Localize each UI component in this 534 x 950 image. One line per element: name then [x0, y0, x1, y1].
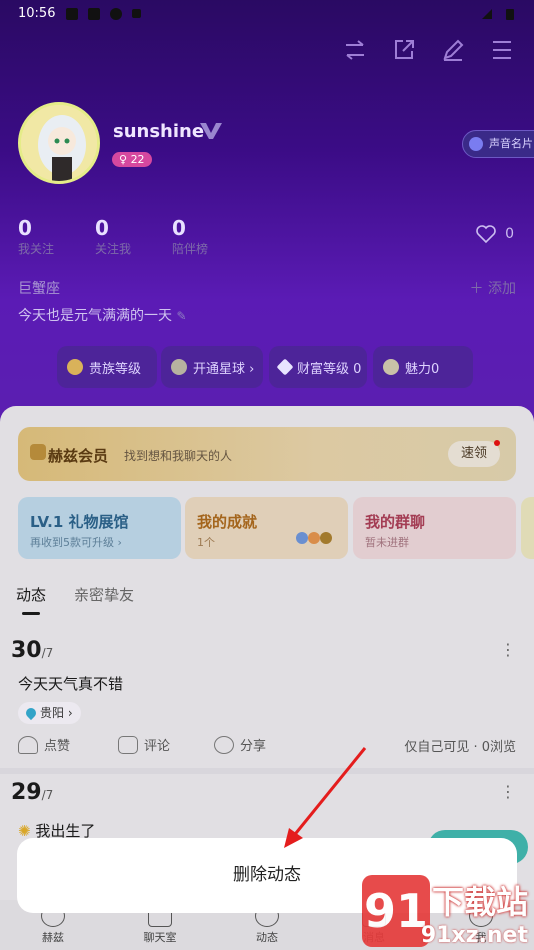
- nav-label: 动态: [256, 931, 278, 944]
- watermark-logo: 91: [362, 875, 430, 947]
- card-title: LV.1 礼物展馆: [30, 513, 129, 531]
- post-date: 29/7: [11, 780, 53, 805]
- stat-label: 关注我: [95, 242, 132, 256]
- likes-count: 0: [505, 226, 514, 242]
- watermark-main: 下载站: [431, 883, 528, 921]
- bio-text: 今天也是元气满满的一天: [18, 308, 172, 324]
- signal-battery-icon: [480, 6, 520, 20]
- stat-value: 0: [18, 216, 32, 240]
- vip-subtitle: 找到想和我聊天的人: [124, 449, 233, 463]
- badge-label: 开通星球 ›: [193, 361, 255, 377]
- menu-icon[interactable]: [490, 38, 514, 62]
- vip-icon: [30, 444, 46, 460]
- badge-label: 魅力0: [405, 361, 440, 377]
- tab-indicator: [22, 612, 40, 615]
- like-label: 点赞: [44, 739, 71, 754]
- badge-label: 贵族等级: [89, 361, 142, 377]
- gift-gallery-card[interactable]: LV.1 礼物展馆 再收到5款可升级 ›: [18, 497, 181, 559]
- stat-value: 0: [172, 216, 186, 240]
- pencil-icon: ✎: [176, 309, 187, 323]
- status-bar: 10:56: [18, 6, 142, 21]
- more-icon[interactable]: ⋮: [500, 640, 516, 659]
- add-tag-button[interactable]: ＋ 添加: [470, 278, 516, 298]
- post-month: /7: [41, 788, 54, 802]
- zodiac-tag: 巨蟹座: [18, 281, 60, 297]
- location-tag[interactable]: 贵阳 ›: [18, 702, 81, 724]
- heart-icon: [476, 225, 496, 244]
- more-icon[interactable]: ⋮: [500, 782, 516, 801]
- open-planet-button[interactable]: 开通星球 ›: [161, 346, 263, 388]
- bio[interactable]: 今天也是元气满满的一天 ✎: [18, 305, 187, 325]
- like-button[interactable]: 点赞: [18, 735, 70, 754]
- voice-card-button[interactable]: 声音名片: [462, 130, 534, 158]
- post-date: 30/7: [11, 638, 53, 663]
- sun-icon: ✺: [18, 822, 31, 840]
- avatar[interactable]: [18, 102, 100, 184]
- stat-label: 陪伴榜: [172, 242, 209, 256]
- stat-value: 0: [95, 216, 109, 240]
- vip-claim-button[interactable]: 速领: [448, 441, 500, 467]
- voice-card-label: 声音名片: [489, 137, 533, 150]
- comment-label: 评论: [144, 739, 171, 754]
- username: sunshine: [113, 121, 205, 142]
- header-actions: [343, 38, 514, 62]
- achievement-icons: [296, 529, 336, 544]
- charm-level-button[interactable]: 魅力0: [373, 346, 473, 388]
- tab-moments[interactable]: 动态: [16, 584, 46, 605]
- wealth-level-button[interactable]: 财富等级 0: [269, 346, 367, 388]
- noble-level-button[interactable]: 贵族等级: [57, 346, 157, 388]
- notification-icon: [109, 7, 122, 20]
- heart-icon: [18, 735, 38, 754]
- level-value: 22: [130, 153, 145, 166]
- badge-label: 财富等级 0: [297, 361, 362, 377]
- post-text: 今天天气真不错: [18, 675, 124, 693]
- card-subtitle: 再收到5款可升级 ›: [30, 536, 122, 549]
- card-subtitle: 1个: [197, 536, 215, 549]
- notification-dot: [494, 440, 500, 446]
- vip-title: 赫兹会员: [48, 447, 109, 465]
- stat-label: 我关注: [18, 242, 55, 256]
- share-label: 分享: [240, 739, 267, 754]
- watermark: 下载站 91xz.net: [421, 877, 528, 948]
- add-tag-label: 添加: [488, 281, 516, 297]
- nav-label: 聊天室: [143, 931, 177, 944]
- privacy-status: 仅自己可见 · 0浏览: [404, 740, 516, 755]
- post-month: /7: [41, 646, 54, 660]
- tab-close-friends[interactable]: 亲密挚友: [74, 584, 134, 605]
- group-chat-card[interactable]: 我的群聊 暂未进群: [353, 497, 516, 559]
- level-badge: ♀ 22: [112, 152, 152, 167]
- edit-icon[interactable]: [441, 38, 465, 62]
- sparkle-icon: [276, 358, 294, 376]
- next-card[interactable]: [521, 497, 534, 559]
- play-icon: [469, 137, 483, 151]
- notification-icon: [87, 7, 100, 20]
- watermark-url: 91xz.net: [420, 923, 528, 948]
- achievement-card[interactable]: 我的成就 1个: [185, 497, 348, 559]
- card-subtitle: 暂未进群: [365, 536, 409, 549]
- divider: [0, 768, 534, 774]
- card-title: 我的群聊: [365, 513, 426, 531]
- card-title: 我的成就: [197, 513, 258, 531]
- likes[interactable]: 0: [475, 224, 514, 244]
- post-day: 29: [11, 780, 42, 805]
- status-time: 10:56: [18, 6, 56, 21]
- comment-icon: [118, 735, 138, 754]
- share-icon[interactable]: [392, 38, 416, 62]
- switch-icon[interactable]: [343, 38, 367, 62]
- stat-following[interactable]: 0 我关注: [18, 216, 54, 257]
- post-day: 30: [11, 638, 42, 663]
- crown-icon: [67, 359, 83, 375]
- share-icon: [214, 735, 234, 754]
- comment-button[interactable]: 评论: [118, 735, 170, 754]
- stat-followers[interactable]: 0 关注我: [95, 216, 131, 257]
- share-button[interactable]: 分享: [214, 735, 266, 754]
- planet-icon: [171, 359, 187, 375]
- nav-label: 赫兹: [42, 931, 64, 944]
- verified-badge-icon: [198, 121, 224, 145]
- notification-icon: [132, 9, 142, 18]
- stat-companion[interactable]: 0 陪伴榜: [172, 216, 208, 257]
- notification-icon: [65, 7, 78, 20]
- coin-icon: [383, 359, 399, 375]
